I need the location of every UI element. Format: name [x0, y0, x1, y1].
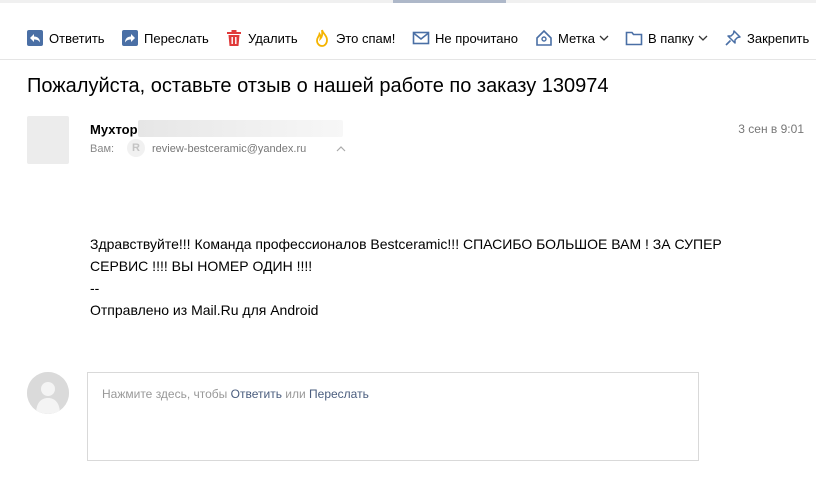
quick-reply-hint: Нажмите здесь, чтобы Ответить или Пересл… [102, 387, 369, 401]
pin-button[interactable]: Закрепить [724, 28, 809, 48]
quick-forward-link[interactable]: Переслать [309, 387, 369, 401]
spam-label: Это спам! [336, 30, 396, 46]
label-label: Метка [558, 30, 595, 46]
quick-reply-or: или [281, 387, 310, 401]
top-strip [0, 0, 816, 3]
sender-name[interactable]: Мухтор [90, 122, 138, 137]
body-line: -- [90, 280, 100, 296]
move-to-folder-dropdown[interactable]: В папку [625, 28, 708, 48]
chevron-down-icon [599, 35, 609, 41]
recipient-label: Вам: [90, 143, 115, 155]
top-strip-accent [393, 0, 506, 3]
quick-reply-prefix: Нажмите здесь, чтобы [102, 387, 231, 401]
reply-icon [27, 30, 43, 46]
message-date: 3 сен в 9:01 [738, 122, 804, 136]
pin-icon [725, 30, 741, 46]
message-toolbar: Ответить Переслать Удалить Это спам! Не … [0, 14, 816, 60]
message-subject: Пожалуйста, оставьте отзыв о нашей работ… [27, 75, 609, 97]
forward-icon [122, 30, 138, 46]
label-dropdown[interactable]: Метка [535, 28, 609, 48]
envelope-icon [412, 31, 430, 45]
quick-reply-box[interactable]: Нажмите здесь, чтобы Ответить или Пересл… [87, 372, 699, 461]
forward-label: Переслать [144, 30, 209, 46]
user-silhouette-icon [27, 372, 69, 414]
recipient-email[interactable]: review-bestceramic@yandex.ru [152, 143, 306, 155]
pin-label: Закрепить [747, 30, 810, 46]
chevron-down-icon [698, 35, 708, 41]
forward-button[interactable]: Переслать [121, 28, 209, 48]
body-line: Здравствуйте!!! Команда профессионалов B… [90, 236, 722, 252]
user-avatar [27, 372, 69, 414]
delete-label: Удалить [248, 30, 298, 46]
delete-button[interactable]: Удалить [225, 28, 298, 48]
mark-unread-button[interactable]: Не прочитано [412, 28, 518, 48]
sender-name-redacted [138, 120, 343, 137]
sender-avatar[interactable] [27, 116, 69, 164]
mark-unread-label: Не прочитано [435, 30, 518, 46]
recipient-avatar-icon: R [127, 139, 145, 157]
body-line: Отправлено из Mail.Ru для Android [90, 302, 319, 318]
folder-icon [625, 31, 643, 46]
tag-icon [536, 29, 552, 46]
quick-reply-link[interactable]: Ответить [231, 387, 282, 401]
message-body: Здравствуйте!!! Команда профессионалов B… [90, 233, 790, 321]
reply-button[interactable]: Ответить [26, 28, 105, 48]
trash-icon [227, 30, 241, 46]
fire-icon [316, 29, 328, 47]
move-to-folder-label: В папку [648, 30, 694, 46]
spam-button[interactable]: Это спам! [313, 28, 395, 48]
body-line: СЕРВИС !!!! ВЫ НОМЕР ОДИН !!!! [90, 258, 313, 274]
chevron-up-icon[interactable] [336, 145, 346, 153]
reply-label: Ответить [49, 30, 105, 46]
